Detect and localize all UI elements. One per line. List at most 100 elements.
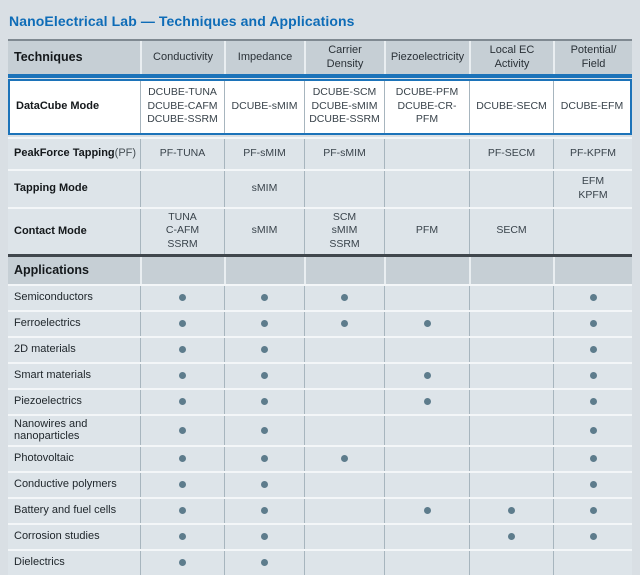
- application-dot-cell: [304, 416, 384, 445]
- capability-dot-icon: [261, 455, 268, 462]
- application-dot-cell: [384, 286, 469, 310]
- application-dot-cell: [304, 390, 384, 414]
- capability-dot-icon: [590, 533, 597, 540]
- capability-dot-icon: [261, 320, 268, 327]
- capability-dot-icon: [179, 455, 186, 462]
- capability-dot-icon: [590, 346, 597, 353]
- technique-cell: sMIM: [224, 209, 304, 254]
- application-dot-cell: [224, 525, 304, 549]
- technique-cell: DCUBE-PFM DCUBE-CR-PFM: [384, 81, 469, 133]
- application-dot-cell: [384, 338, 469, 362]
- capability-dot-icon: [261, 427, 268, 434]
- application-dot-cell: [140, 416, 224, 445]
- application-dot-cell: [553, 447, 632, 471]
- application-row: Ferroelectrics: [8, 310, 632, 336]
- technique-cell: PF-SECM: [469, 139, 553, 169]
- technique-cell: PFM: [384, 209, 469, 254]
- capability-dot-icon: [179, 398, 186, 405]
- application-dot-cell: [304, 473, 384, 497]
- technique-cell: TUNA C-AFM SSRM: [140, 209, 224, 254]
- application-dot-cell: [304, 312, 384, 336]
- application-dot-cell: [140, 499, 224, 523]
- technique-cell: PF-KPFM: [553, 139, 632, 169]
- technique-cell: EFM KPFM: [553, 171, 632, 207]
- technique-cell: PF-sMIM: [304, 139, 384, 169]
- application-dot-cell: [469, 286, 553, 310]
- technique-cell: SECM: [469, 209, 553, 254]
- techniques-applications-table: TechniquesConductivityImpedanceCarrier D…: [8, 39, 632, 575]
- application-row-label: Corrosion studies: [8, 525, 140, 549]
- technique-cell: DCUBE-TUNA DCUBE-CAFM DCUBE-SSRM: [140, 81, 224, 133]
- application-dot-cell: [384, 390, 469, 414]
- column-header-row: TechniquesConductivityImpedanceCarrier D…: [8, 39, 632, 74]
- application-row: Conductive polymers: [8, 471, 632, 497]
- applications-header-row: Applications: [8, 257, 632, 284]
- application-dot-cell: [384, 416, 469, 445]
- capability-dot-icon: [179, 481, 186, 488]
- capability-dot-icon: [424, 398, 431, 405]
- application-dot-cell: [224, 499, 304, 523]
- capability-dot-icon: [261, 372, 268, 379]
- technique-row-label: Tapping Mode: [8, 171, 140, 207]
- capability-dot-icon: [424, 507, 431, 514]
- column-header: Potential/ Field: [553, 41, 632, 74]
- application-dot-cell: [140, 390, 224, 414]
- application-dot-cell: [469, 473, 553, 497]
- application-dot-cell: [469, 551, 553, 575]
- application-dot-cell: [553, 551, 632, 575]
- technique-row: DataCube ModeDCUBE-TUNA DCUBE-CAFM DCUBE…: [8, 79, 632, 135]
- application-dot-cell: [384, 447, 469, 471]
- header-accent-bar: [8, 74, 632, 78]
- applications-header-cell: [384, 257, 469, 284]
- application-dot-cell: [224, 551, 304, 575]
- capability-dot-icon: [261, 559, 268, 566]
- capability-dot-icon: [590, 507, 597, 514]
- capability-dot-icon: [261, 533, 268, 540]
- column-header: Piezoelectricity: [384, 41, 469, 74]
- capability-dot-icon: [261, 398, 268, 405]
- application-dot-cell: [304, 525, 384, 549]
- application-dot-cell: [304, 447, 384, 471]
- application-dot-cell: [224, 312, 304, 336]
- applications-header-cell: [224, 257, 304, 284]
- application-dot-cell: [553, 416, 632, 445]
- application-row-label: 2D materials: [8, 338, 140, 362]
- application-dot-cell: [304, 499, 384, 523]
- application-dot-cell: [140, 312, 224, 336]
- application-dot-cell: [304, 364, 384, 388]
- column-header: Impedance: [224, 41, 304, 74]
- application-dot-cell: [469, 525, 553, 549]
- application-dot-cell: [553, 338, 632, 362]
- application-dot-cell: [553, 499, 632, 523]
- technique-cell: [469, 171, 553, 207]
- application-dot-cell: [553, 525, 632, 549]
- capability-dot-icon: [179, 320, 186, 327]
- capability-dot-icon: [179, 346, 186, 353]
- capability-dot-icon: [261, 346, 268, 353]
- application-dot-cell: [224, 364, 304, 388]
- technique-row-label: Contact Mode: [8, 209, 140, 254]
- applications-header-cell: [553, 257, 632, 284]
- application-dot-cell: [469, 390, 553, 414]
- capability-dot-icon: [341, 320, 348, 327]
- application-dot-cell: [469, 364, 553, 388]
- technique-cell: SCM sMIM SSRM: [304, 209, 384, 254]
- capability-dot-icon: [341, 294, 348, 301]
- application-dot-cell: [224, 416, 304, 445]
- technique-cell: DCUBE-SECM: [469, 81, 553, 133]
- capability-dot-icon: [179, 427, 186, 434]
- capability-dot-icon: [341, 455, 348, 462]
- application-dot-cell: [140, 447, 224, 471]
- application-dot-cell: [384, 312, 469, 336]
- technique-cell: [140, 171, 224, 207]
- applications-header-cell: [140, 257, 224, 284]
- application-dot-cell: [469, 312, 553, 336]
- application-row: Photovoltaic: [8, 445, 632, 471]
- application-row-label: Battery and fuel cells: [8, 499, 140, 523]
- application-dot-cell: [140, 286, 224, 310]
- technique-cell: DCUBE-SCM DCUBE-sMIM DCUBE-SSRM: [304, 81, 384, 133]
- capability-dot-icon: [590, 481, 597, 488]
- column-header: Carrier Density: [304, 41, 384, 74]
- application-dot-cell: [224, 286, 304, 310]
- application-dot-cell: [553, 473, 632, 497]
